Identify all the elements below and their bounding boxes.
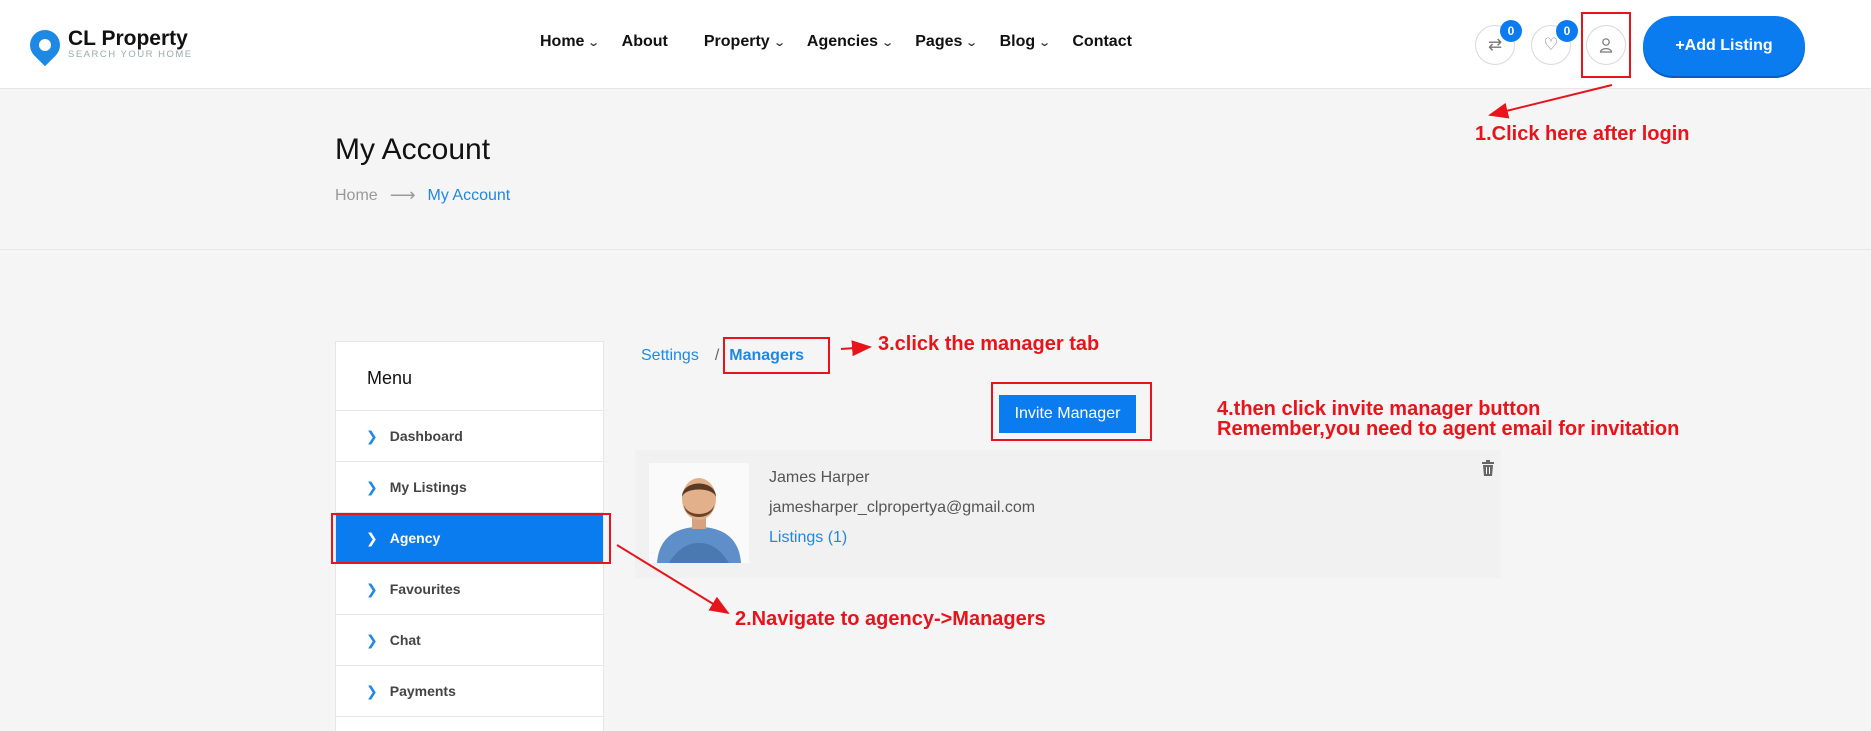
annotation-step-3: 3.click the manager tab [878, 333, 1100, 355]
annotation-step-2: 2.Navigate to agency->Managers [735, 608, 1046, 630]
annotation-step-1: 1.Click here after login [1475, 123, 1690, 145]
annotation-step-4-line-1: 4.then click invite manager button [1217, 398, 1541, 420]
annotation-step-4-line-2: Remember,you need to agent email for inv… [1217, 418, 1680, 440]
